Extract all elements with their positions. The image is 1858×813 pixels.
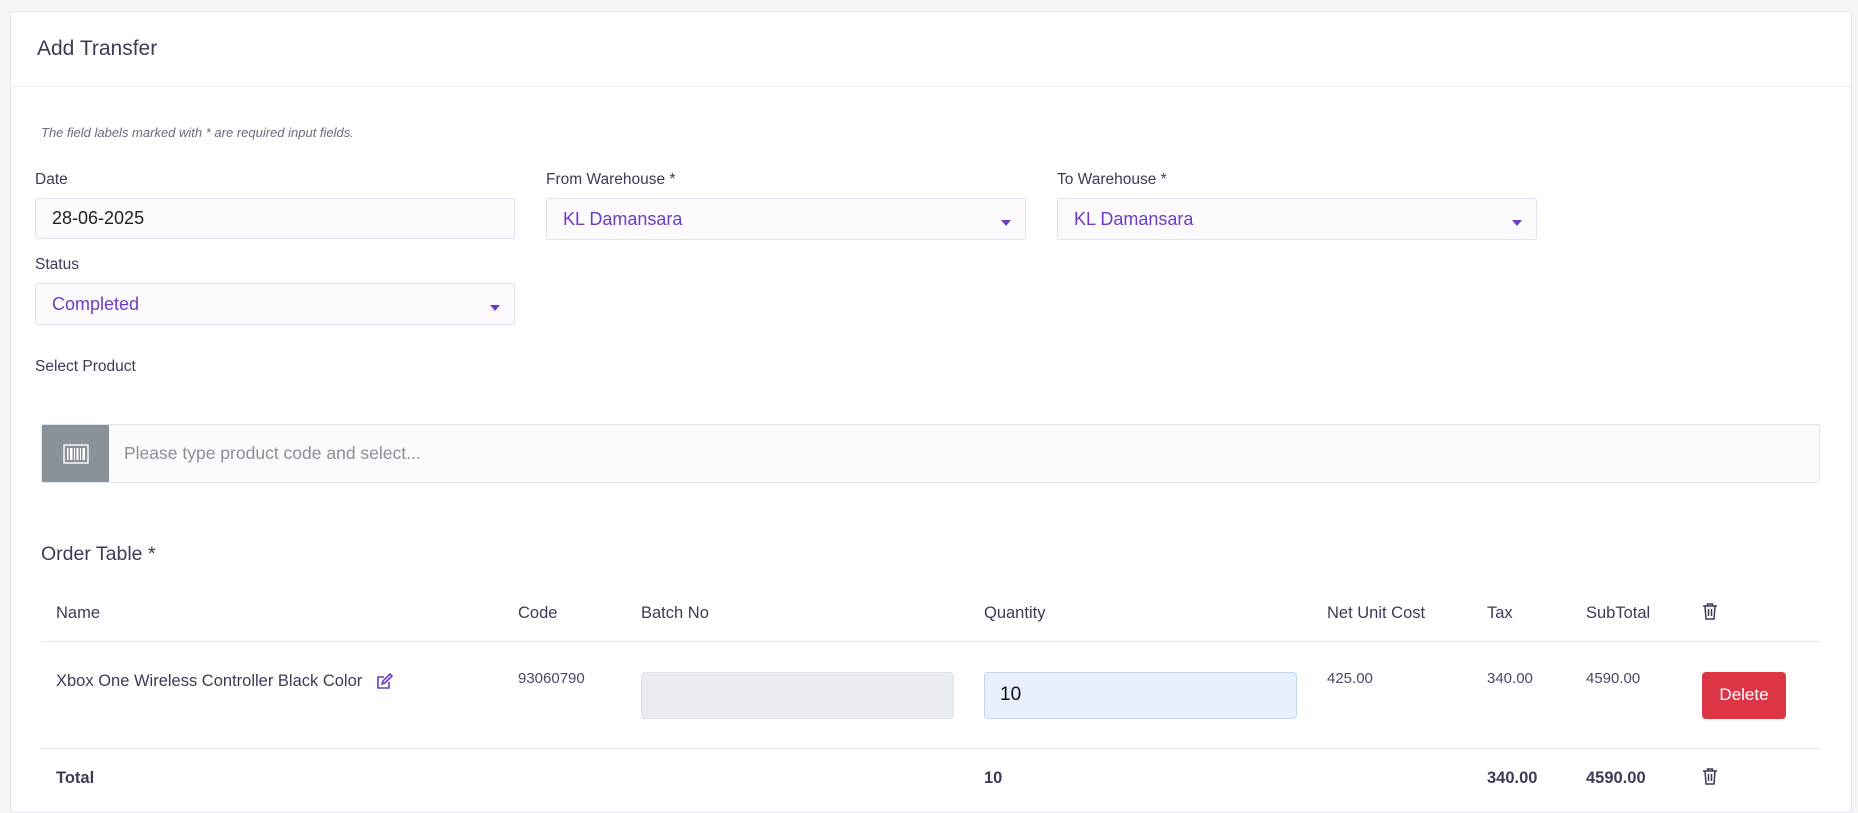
total-label: Total [56, 768, 95, 787]
date-label: Date [35, 171, 68, 188]
tax-value: 340.00 [1472, 641, 1571, 749]
trash-icon[interactable] [1702, 767, 1718, 785]
col-subtotal: SubTotal [1571, 586, 1687, 642]
select-product-label: Select Product [35, 358, 136, 375]
to-warehouse-value: KL Damansara [1074, 208, 1194, 229]
col-name: Name [41, 586, 503, 642]
product-name: Xbox One Wireless Controller Black Color [56, 671, 363, 690]
net-unit-cost: 425.00 [1312, 641, 1472, 749]
product-search-group [41, 424, 1820, 483]
col-actions [1687, 586, 1820, 642]
total-tax: 340.00 [1487, 768, 1538, 787]
card-header: Add Transfer [11, 12, 1851, 87]
from-warehouse-value: KL Damansara [563, 208, 683, 229]
delete-button[interactable]: Delete [1702, 671, 1786, 719]
subtotal-value: 4590.00 [1571, 641, 1687, 749]
status-value: Completed [52, 293, 140, 314]
date-value: 28-06-2025 [52, 208, 145, 228]
status-select[interactable]: Completed [35, 283, 515, 325]
caret-down-icon [490, 305, 500, 311]
caret-down-icon [1001, 220, 1011, 226]
to-warehouse-label: To Warehouse * [1057, 171, 1167, 188]
order-table-title: Order Table * [41, 543, 156, 565]
trash-icon[interactable] [1702, 602, 1718, 620]
page-title: Add Transfer [37, 37, 158, 60]
product-search-input[interactable] [109, 425, 1819, 482]
caret-down-icon [1512, 220, 1522, 226]
date-input[interactable]: 28-06-2025 [35, 198, 515, 239]
total-row: Total 10 340.00 4590.00 [41, 749, 1820, 808]
total-subtotal: 4590.00 [1586, 768, 1646, 787]
table-row: Xbox One Wireless Controller Black Color… [41, 641, 1820, 749]
product-code: 93060790 [503, 641, 626, 749]
col-code: Code [503, 586, 626, 642]
status-label: Status [35, 256, 79, 273]
batch-no-input[interactable] [641, 671, 954, 719]
from-warehouse-label: From Warehouse * [546, 171, 676, 188]
barcode-icon[interactable] [42, 425, 109, 482]
col-batch-no: Batch No [626, 586, 969, 642]
col-tax: Tax [1472, 586, 1571, 642]
table-header-row: Name Code Batch No Quantity Net Unit Cos… [41, 586, 1820, 642]
edit-icon[interactable] [376, 672, 394, 690]
total-quantity: 10 [984, 768, 1003, 787]
col-quantity: Quantity [969, 586, 1312, 642]
col-net-unit-cost: Net Unit Cost [1312, 586, 1472, 642]
order-table: Name Code Batch No Quantity Net Unit Cos… [41, 586, 1820, 807]
from-warehouse-select[interactable]: KL Damansara [546, 198, 1026, 240]
quantity-input[interactable] [984, 671, 1297, 719]
required-hint: The field labels marked with * are requi… [41, 125, 354, 140]
to-warehouse-select[interactable]: KL Damansara [1057, 198, 1537, 240]
